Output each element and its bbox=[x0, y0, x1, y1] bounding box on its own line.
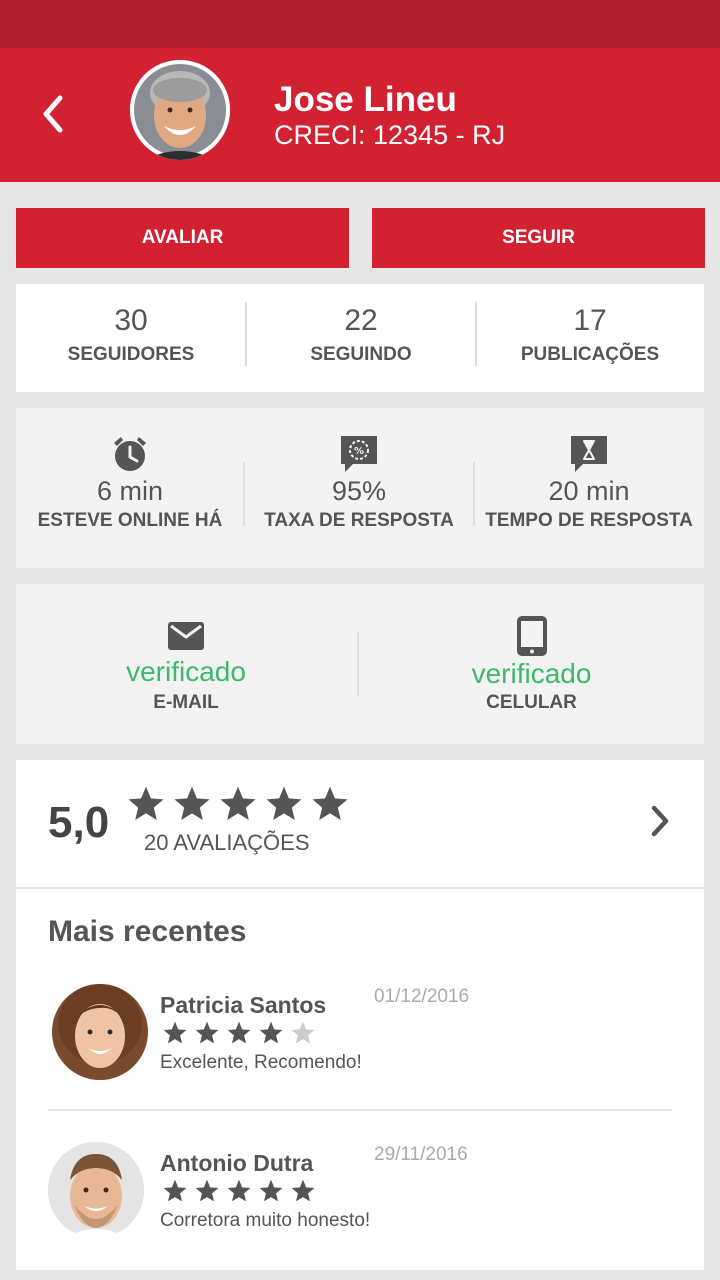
metric-online: 6 min ESTEVE ONLINE HÁ bbox=[16, 408, 244, 568]
verify-label: CELULAR bbox=[486, 692, 577, 713]
profile-header: Jose Lineu CRECI: 12345 - RJ bbox=[0, 48, 720, 182]
alarm-clock-icon bbox=[114, 437, 146, 471]
review-item[interactable]: Antonio Dutra 29/11/2016 Corretora muito… bbox=[16, 1142, 704, 1272]
review-stars bbox=[162, 1020, 316, 1046]
phone-icon bbox=[516, 616, 547, 656]
response-metrics-card: 6 min ESTEVE ONLINE HÁ % 95% TAXA DE RES… bbox=[16, 408, 704, 568]
rating-summary[interactable]: 5,0 20 AVALIAÇÕES bbox=[16, 760, 704, 888]
profile-avatar bbox=[130, 60, 230, 160]
metric-value: 6 min bbox=[96, 476, 164, 506]
star-filled-icon bbox=[163, 1021, 187, 1044]
verification-card: verificado E-MAIL verificado CELULAR bbox=[16, 584, 704, 744]
stat-publicacoes[interactable]: 17 PUBLICAÇÕES bbox=[476, 284, 704, 392]
rating-card: 5,0 20 AVALIAÇÕES Mais recentes Patricia… bbox=[16, 760, 704, 1270]
phone-verified-status: verificado bbox=[471, 658, 592, 689]
reviewer-name: Patricia Santos bbox=[160, 992, 327, 1018]
status-bar bbox=[0, 0, 720, 48]
mail-icon bbox=[168, 622, 204, 650]
star-filled-icon bbox=[291, 1179, 315, 1202]
stat-value: 30 bbox=[114, 304, 148, 337]
review-date: 01/12/2016 bbox=[374, 986, 470, 1007]
stats-card: 30 SEGUIDORES 22 SEGUINDO 17 PUBLICAÇÕES bbox=[16, 284, 704, 392]
rating-count: 20 AVALIAÇÕES bbox=[144, 830, 310, 855]
reviewer-name: Antonio Dutra bbox=[160, 1150, 314, 1176]
star-filled-icon bbox=[163, 1179, 187, 1202]
star-filled-icon bbox=[195, 1021, 219, 1044]
seguir-button[interactable]: SEGUIR bbox=[372, 208, 705, 268]
rating-score: 5,0 bbox=[48, 798, 110, 847]
star-filled-icon bbox=[220, 786, 256, 820]
star-filled-icon bbox=[195, 1179, 219, 1202]
star-empty-icon bbox=[291, 1021, 315, 1044]
review-comment: Excelente, Recomendo! bbox=[160, 1052, 362, 1073]
email-verified-status: verificado bbox=[126, 656, 246, 687]
verify-phone: verificado CELULAR bbox=[359, 584, 704, 744]
rating-stars bbox=[126, 784, 350, 824]
metric-label: TEMPO DE RESPOSTA bbox=[485, 510, 693, 531]
metric-label: TAXA DE RESPOSTA bbox=[264, 510, 454, 531]
reviewer-avatar bbox=[48, 1142, 144, 1238]
stat-value: 22 bbox=[344, 304, 378, 337]
star-filled-icon bbox=[259, 1179, 283, 1202]
svg-text:%: % bbox=[354, 446, 364, 457]
back-button[interactable] bbox=[34, 92, 74, 136]
stat-label: SEGUIDORES bbox=[67, 344, 195, 365]
star-filled-icon bbox=[259, 1021, 283, 1044]
review-date: 29/11/2016 bbox=[374, 1144, 468, 1165]
percent-chat-icon: % bbox=[341, 436, 377, 472]
stat-seguidores[interactable]: 30 SEGUIDORES bbox=[16, 284, 246, 392]
star-filled-icon bbox=[266, 786, 302, 820]
review-item[interactable]: Patricia Santos 01/12/2016 Excelente, Re… bbox=[16, 984, 704, 1114]
profile-name: Jose Lineu bbox=[274, 80, 457, 119]
metric-value: 20 min bbox=[548, 476, 630, 506]
hourglass-chat-icon bbox=[571, 436, 607, 472]
review-comment: Corretora muito honesto! bbox=[160, 1210, 371, 1231]
avaliar-button[interactable]: AVALIAR bbox=[16, 208, 349, 268]
stat-label: PUBLICAÇÕES bbox=[520, 344, 660, 365]
star-filled-icon bbox=[312, 786, 348, 820]
profile-creci: CRECI: 12345 - RJ bbox=[274, 120, 506, 150]
metric-response-rate: % 95% TAXA DE RESPOSTA bbox=[244, 408, 474, 568]
stat-seguindo[interactable]: 22 SEGUINDO bbox=[246, 284, 476, 392]
divider bbox=[16, 887, 704, 889]
reviewer-avatar bbox=[52, 984, 148, 1080]
stat-value: 17 bbox=[573, 304, 607, 337]
metric-response-time: 20 min TEMPO DE RESPOSTA bbox=[474, 408, 704, 568]
divider bbox=[48, 1109, 672, 1111]
star-filled-icon bbox=[227, 1021, 251, 1044]
star-filled-icon bbox=[174, 786, 210, 820]
metric-label: ESTEVE ONLINE HÁ bbox=[37, 510, 223, 531]
verify-email: verificado E-MAIL bbox=[16, 584, 356, 744]
metric-value: 95% bbox=[331, 476, 387, 506]
star-filled-icon bbox=[128, 786, 164, 820]
star-filled-icon bbox=[227, 1179, 251, 1202]
verify-label: E-MAIL bbox=[153, 692, 219, 713]
stat-label: SEGUINDO bbox=[310, 344, 412, 365]
chevron-left-icon bbox=[43, 95, 63, 133]
review-stars bbox=[162, 1178, 316, 1204]
recent-reviews-title: Mais recentes bbox=[48, 915, 247, 948]
chevron-right-icon[interactable] bbox=[646, 804, 674, 838]
